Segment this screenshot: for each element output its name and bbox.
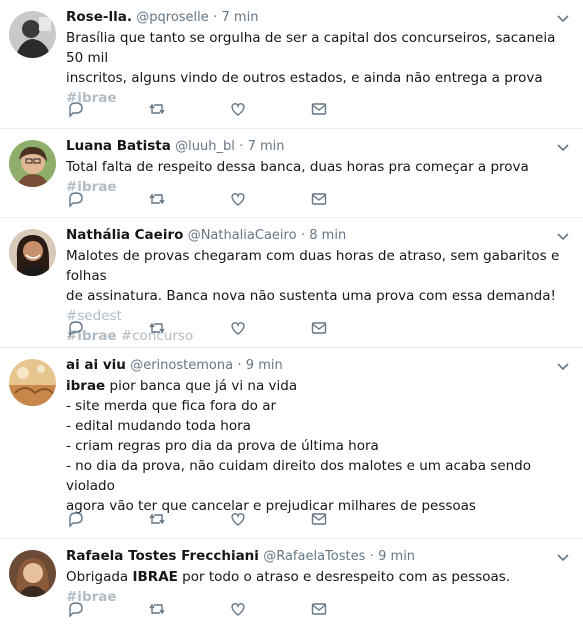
reply-icon[interactable]: [66, 509, 86, 529]
tweet-line: - edital mudando toda hora: [66, 418, 251, 434]
tweet-card[interactable]: Luana Batista @luuh_bl · 7 min Total fal…: [0, 129, 583, 218]
reply-icon[interactable]: [66, 599, 86, 619]
heart-icon[interactable]: [228, 318, 248, 338]
tweet-line: - no dia da prova, não cuidam direito do…: [66, 458, 536, 494]
retweet-icon[interactable]: [147, 99, 167, 119]
username[interactable]: @pqroselle: [136, 10, 209, 25]
retweet-icon[interactable]: [147, 318, 167, 338]
tweet-line: por todo o atraso e desrespeito com as p…: [177, 569, 515, 585]
tweet-line: Brasília que tanto se orgulha de ser a c…: [66, 30, 560, 66]
tweet-line: - criam regras pro dia da prova de últim…: [66, 438, 379, 454]
tweet-line: Total falta de respeito dessa banca, dua…: [66, 159, 534, 175]
username[interactable]: @luuh_bl: [175, 139, 235, 154]
retweet-icon[interactable]: [147, 599, 167, 619]
chevron-down-icon[interactable]: [555, 358, 571, 374]
reply-icon[interactable]: [66, 318, 86, 338]
avatar[interactable]: [9, 550, 56, 597]
retweet-icon[interactable]: [147, 189, 167, 209]
heart-icon[interactable]: [228, 189, 248, 209]
tweet-card[interactable]: Rafaela Tostes Frecchiani @RafaelaTostes…: [0, 539, 583, 627]
tweet-line: Obrigada: [66, 569, 133, 585]
avatar[interactable]: [9, 229, 56, 276]
tweet-actions: [66, 318, 390, 338]
tweet-text: ibrae pior banca que já vi na vida - site…: [66, 376, 561, 516]
tweet-line: de assinatura. Banca nova não sustenta u…: [66, 288, 561, 304]
tweet-line: - site merda que fica fora do ar: [66, 398, 277, 414]
envelope-icon[interactable]: [309, 99, 329, 119]
tweet-actions: [66, 599, 390, 619]
envelope-icon[interactable]: [309, 189, 329, 209]
tweet-actions: [66, 509, 390, 529]
separator-dot: ·: [239, 139, 244, 154]
tweet-header: Rose-lla. @pqroselle · 7 min: [66, 8, 561, 27]
display-name[interactable]: ai ai viu: [66, 357, 126, 373]
tweet-text: Brasília que tanto se orgulha de ser a c…: [66, 28, 561, 108]
bold-mention: IBRAE: [132, 569, 178, 585]
tweet-feed: Rose-lla. @pqroselle · 7 min Brasília qu…: [0, 0, 583, 627]
tweet-header: Nathália Caeiro @NathaliaCaeiro · 8 min: [66, 226, 561, 245]
timestamp[interactable]: 8 min: [309, 228, 346, 243]
tweet-line: pior banca que já vi na vida: [105, 378, 298, 394]
tweet-actions: [66, 189, 390, 209]
separator-dot: ·: [369, 549, 374, 564]
tweet-header: ai ai viu @erinostemona · 9 min: [66, 356, 561, 375]
envelope-icon[interactable]: [309, 509, 329, 529]
envelope-icon[interactable]: [309, 318, 329, 338]
timestamp[interactable]: 9 min: [378, 549, 415, 564]
reply-icon[interactable]: [66, 99, 86, 119]
tweet-line: inscritos, alguns vindo de outros estado…: [66, 70, 543, 86]
heart-icon[interactable]: [228, 99, 248, 119]
retweet-icon[interactable]: [147, 509, 167, 529]
username[interactable]: @NathaliaCaeiro: [188, 228, 297, 243]
tweet-actions: [66, 99, 390, 119]
separator-dot: ·: [237, 358, 242, 373]
timestamp[interactable]: 7 min: [248, 139, 285, 154]
username[interactable]: @erinostemona: [130, 358, 233, 373]
timestamp[interactable]: 9 min: [246, 358, 283, 373]
chevron-down-icon[interactable]: [555, 549, 571, 565]
display-name[interactable]: Nathália Caeiro: [66, 227, 183, 243]
avatar[interactable]: [9, 359, 56, 406]
tweet-header: Rafaela Tostes Frecchiani @RafaelaTostes…: [66, 547, 561, 566]
tweet-card[interactable]: Rose-lla. @pqroselle · 7 min Brasília qu…: [0, 0, 583, 129]
tweet-card[interactable]: Nathália Caeiro @NathaliaCaeiro · 8 min …: [0, 218, 583, 348]
tweet-line: Malotes de provas chegaram com duas hora…: [66, 248, 564, 284]
display-name[interactable]: Rose-lla.: [66, 9, 132, 25]
chevron-down-icon[interactable]: [555, 228, 571, 244]
heart-icon[interactable]: [228, 509, 248, 529]
display-name[interactable]: Rafaela Tostes Frecchiani: [66, 548, 259, 564]
separator-dot: ·: [300, 228, 305, 243]
avatar[interactable]: [9, 140, 56, 187]
display-name[interactable]: Luana Batista: [66, 138, 171, 154]
separator-dot: ·: [213, 10, 218, 25]
heart-icon[interactable]: [228, 599, 248, 619]
chevron-down-icon[interactable]: [555, 139, 571, 155]
bold-mention: ibrae: [66, 378, 106, 394]
username[interactable]: @RafaelaTostes: [263, 549, 365, 564]
avatar[interactable]: [9, 11, 56, 58]
timestamp[interactable]: 7 min: [222, 10, 259, 25]
envelope-icon[interactable]: [309, 599, 329, 619]
tweet-header: Luana Batista @luuh_bl · 7 min: [66, 137, 561, 156]
chevron-down-icon[interactable]: [555, 10, 571, 26]
tweet-card[interactable]: ai ai viu @erinostemona · 9 min ibrae pi…: [0, 348, 583, 539]
reply-icon[interactable]: [66, 189, 86, 209]
